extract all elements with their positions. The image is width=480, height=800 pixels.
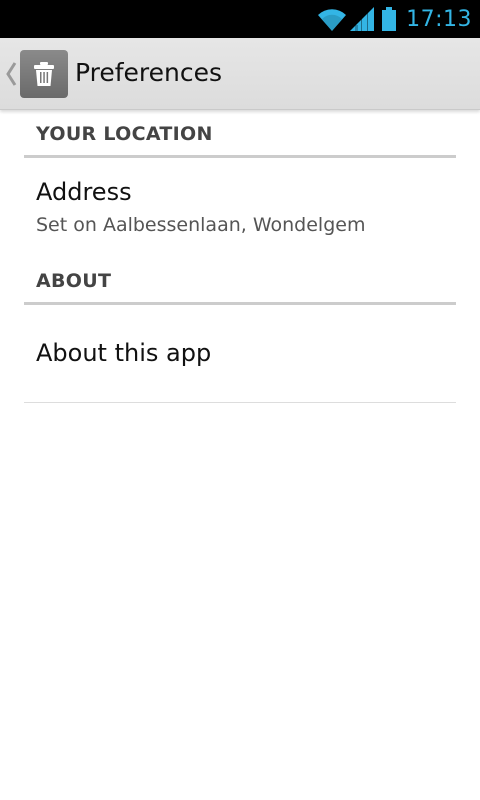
category-your-location: YOUR LOCATION xyxy=(24,110,456,158)
status-clock: 17:13 xyxy=(406,6,472,32)
category-label: YOUR LOCATION xyxy=(36,123,213,145)
address-title: Address xyxy=(36,178,132,206)
signal-icon xyxy=(350,7,375,31)
battery-icon xyxy=(382,7,397,31)
address-summary: Set on Aalbessenlaan, Wondelgem xyxy=(36,214,366,236)
category-about: ABOUT xyxy=(24,257,456,305)
app-icon-button[interactable] xyxy=(20,50,68,98)
action-bar: Preferences xyxy=(0,38,480,110)
about-title: About this app xyxy=(36,339,212,367)
status-icons: 17:13 xyxy=(316,4,472,34)
about-app-preference[interactable]: About this app xyxy=(24,307,456,403)
address-preference[interactable]: Address Set on Aalbessenlaan, Wondelgem xyxy=(24,160,456,256)
page-title: Preferences xyxy=(75,58,223,87)
list-divider xyxy=(24,402,456,403)
trash-icon xyxy=(34,62,54,86)
status-bar: 17:13 xyxy=(0,0,480,38)
category-label: ABOUT xyxy=(36,270,112,292)
wifi-icon xyxy=(318,9,347,32)
chevron-left-icon[interactable] xyxy=(5,61,17,87)
